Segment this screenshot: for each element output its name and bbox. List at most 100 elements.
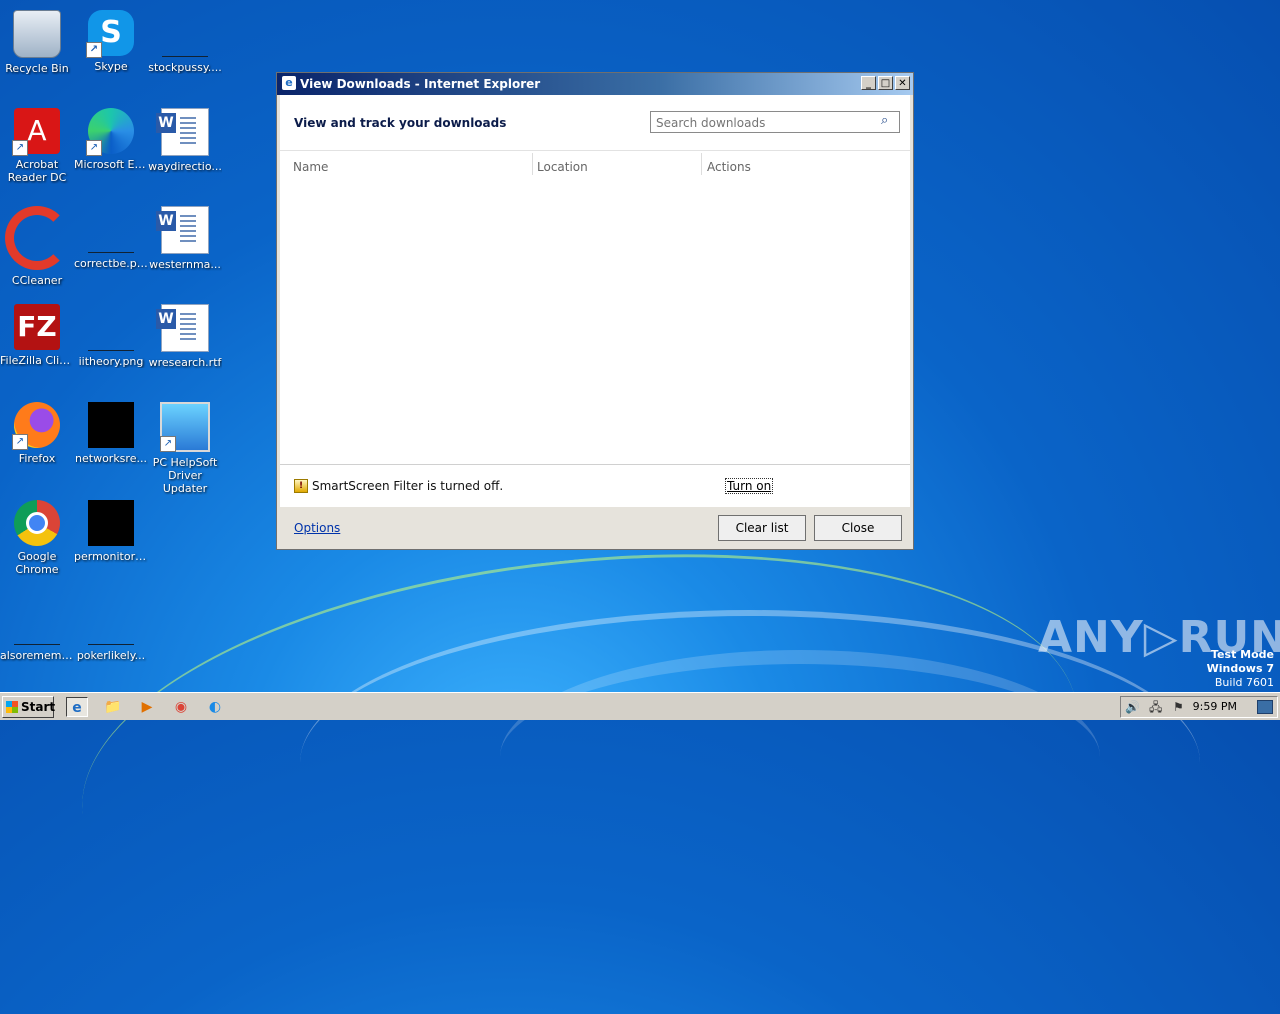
desktop-icon-skype[interactable]: S ↗ Skype [74,4,148,94]
image-file-icon [88,206,134,253]
desktop-icon-alsoremember[interactable]: alsorememb... [0,592,74,682]
column-header-name[interactable]: Name [280,155,532,179]
turn-on-smartscreen-link[interactable]: Turn on [724,478,774,494]
downloads-panel: View and track your downloads ⌕ Name Loc… [280,95,910,507]
desktop-icon-label: westernma... [149,258,221,271]
desktop-icon-ccleaner[interactable]: CCleaner [0,200,74,290]
shortcut-arrow-icon: ↗ [86,42,102,58]
system-tray: 🔊 🖧 ⚑ 9:59 PM [1120,696,1278,718]
show-desktop-icon[interactable] [1257,700,1273,714]
column-header-actions[interactable]: Actions [694,155,894,179]
options-link[interactable]: Options [294,521,340,535]
acrobat-icon: A ↗ [12,108,60,156]
windows-logo-icon [6,701,18,713]
taskbar-internet-explorer[interactable]: e [66,697,88,717]
desktop-icon-label: CCleaner [11,274,63,287]
view-downloads-window: e View Downloads - Internet Explorer _ □… [276,72,914,550]
window-title: View Downloads - Internet Explorer [300,77,541,91]
desktop-icon-chrome[interactable]: Google Chrome [0,494,74,584]
os-info: Test Mode Windows 7 Build 7601 [1207,648,1274,690]
file-icon [14,598,60,645]
desktop-icon-filezilla[interactable]: FZ FileZilla Client [0,298,74,388]
edge-icon: ↗ [86,108,134,156]
desktop-icon-firefox[interactable]: ↗ Firefox [0,396,74,486]
divider [280,464,910,465]
taskbar-media-player[interactable]: ▶ [136,697,158,717]
image-file-icon [88,304,134,351]
desktop-icon-label: iitheory.png [78,355,144,368]
taskbar-edge[interactable]: ◐ [204,697,226,717]
desktop-icon-label: Google Chrome [15,550,59,576]
close-button[interactable]: Close [814,515,902,541]
desktop-icon-label: permonitori... [74,550,148,563]
desktop-icon-label: Microsoft Edge [74,158,148,171]
search-input[interactable] [654,115,878,131]
desktop-icon-permonitori[interactable]: permonitori... [74,494,148,584]
clock[interactable]: 9:59 PM [1193,700,1237,713]
search-box[interactable]: ⌕ [650,111,900,133]
desktop-icon-edge[interactable]: ↗ Microsoft Edge [74,102,148,192]
os-version: Windows 7 [1206,662,1274,675]
desktop-icon-label: Skype [94,60,128,73]
column-header-location[interactable]: Location [524,155,694,179]
smartscreen-status: ! SmartScreen Filter is turned off. [294,479,503,493]
file-icon [88,598,134,645]
desktop-icon-pokerlikely[interactable]: pokerlikely... [74,592,148,682]
os-build: Build 7601 [1214,676,1274,689]
shortcut-arrow-icon: ↗ [86,140,102,156]
taskbar-chrome[interactable]: ◉ [170,697,192,717]
shortcut-arrow-icon: ↗ [12,434,28,450]
desktop-icon-iitheory[interactable]: iitheory.png [74,298,148,388]
word-document-icon: W [156,304,209,352]
close-window-button[interactable]: ✕ [895,76,910,90]
word-glyph: W [156,113,176,133]
desktop-icon-label: pokerlikely... [76,649,146,662]
desktop-icon-correctbe[interactable]: correctbe.png [74,200,148,290]
file-icon [162,10,208,57]
desktop-icon-wresearch[interactable]: W wresearch.rtf [148,298,222,388]
taskbar-file-explorer[interactable]: 📁 [102,697,124,717]
network-icon[interactable]: 🖧 [1149,699,1162,715]
filezilla-glyph: FZ [17,310,57,343]
desktop-icon-label: Acrobat Reader DC [7,158,67,184]
pc-helpsoft-icon: ↗ [160,402,210,452]
internet-explorer-icon: e [282,76,296,90]
desktop-icon-recycle-bin[interactable]: Recycle Bin [0,4,74,94]
word-glyph: W [156,211,176,231]
smartscreen-text: SmartScreen Filter is turned off. [312,479,504,493]
word-document-icon: W [156,206,209,254]
window-titlebar[interactable]: e View Downloads - Internet Explorer _ □… [277,73,913,95]
maximize-button[interactable]: □ [878,76,893,90]
word-document-icon: W [156,108,209,156]
shield-warning-icon: ! [294,479,308,493]
start-label: Start [21,700,56,714]
firefox-icon: ↗ [12,402,60,450]
minimize-button[interactable]: _ [861,76,876,90]
clear-list-button[interactable]: Clear list [718,515,806,541]
desktop-icon-label: networksre... [75,452,147,465]
divider [280,150,910,151]
desktop-icon-westernma[interactable]: W westernma... [148,200,222,290]
desktop-icon-label: alsorememb... [0,649,74,662]
filezilla-icon: FZ [14,304,60,350]
desktop-icon-acrobat[interactable]: A ↗ Acrobat Reader DC [0,102,74,192]
desktop-icon-label: wresearch.rtf [148,356,222,369]
start-button[interactable]: Start [2,696,56,718]
desktop-icon-networksre[interactable]: networksre... [74,396,148,486]
ccleaner-icon [5,206,69,270]
chrome-icon [14,500,60,546]
desktop-icon-waydirectio[interactable]: W waydirectio... [148,102,222,192]
speaker-icon[interactable]: 🔊 [1125,699,1140,715]
page-heading: View and track your downloads [294,116,507,130]
shortcut-arrow-icon: ↗ [12,140,28,156]
recycle-bin-icon [13,10,61,58]
desktop-icon-stockpussy[interactable]: stockpussy.... [148,4,222,94]
desktop-icon-label: Recycle Bin [5,62,69,75]
desktop-icon-pc-helpsoft[interactable]: ↗ PC HelpSoft Driver Updater [148,396,222,495]
desktop-icon-label: waydirectio... [148,160,222,173]
search-icon[interactable]: ⌕ [881,114,895,128]
wallpaper-swirl [500,650,1100,864]
skype-glyph: S [100,15,122,50]
desktop-icon-label: FileZilla Client [0,354,74,367]
action-center-flag-icon[interactable]: ⚑ [1173,699,1184,715]
